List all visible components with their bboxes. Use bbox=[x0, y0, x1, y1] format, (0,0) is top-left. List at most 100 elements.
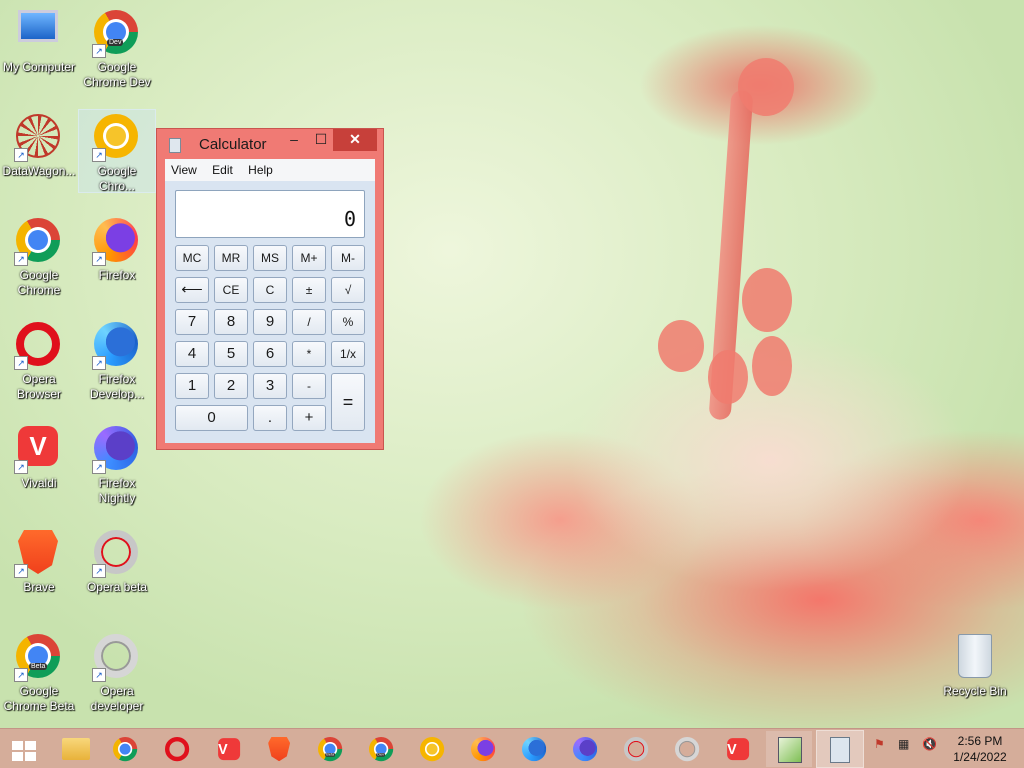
calculator-window: Calculator – ☐ ✕ View Edit Help 0 MC MR … bbox=[156, 128, 384, 450]
taskbar-firefox-nightly[interactable] bbox=[562, 731, 608, 767]
shortcut-arrow-icon: ↗ bbox=[92, 564, 106, 578]
key-2[interactable]: 2 bbox=[214, 373, 248, 399]
shortcut-arrow-icon: ↗ bbox=[14, 356, 28, 370]
key-9[interactable]: 9 bbox=[253, 309, 287, 335]
key-6[interactable]: 6 bbox=[253, 341, 287, 367]
taskbar-firefox[interactable] bbox=[460, 731, 506, 767]
key-sign[interactable]: ± bbox=[292, 277, 326, 303]
key-reciprocal[interactable]: 1/x bbox=[331, 341, 365, 367]
key-ms[interactable]: MS bbox=[253, 245, 287, 271]
taskbar-vivaldi-2[interactable]: V bbox=[715, 731, 761, 767]
key-add[interactable]: + bbox=[292, 405, 326, 431]
menu-help[interactable]: Help bbox=[242, 159, 279, 177]
desktop-icon-vivaldi[interactable]: V ↗ Vivaldi bbox=[1, 422, 77, 518]
desktop-icon-google-chrome-canary[interactable]: ↗ Google Chro... bbox=[78, 109, 156, 193]
desktop-icon-label: Opera beta bbox=[86, 580, 148, 594]
wallpaper-anther bbox=[708, 350, 748, 404]
taskbar-firefox-developer[interactable] bbox=[511, 731, 557, 767]
taskbar-file-explorer[interactable] bbox=[52, 731, 98, 767]
close-button[interactable]: ✕ bbox=[333, 129, 377, 151]
desktop-icon-google-chrome-dev[interactable]: Dev ↗ Google Chrome Dev bbox=[79, 6, 155, 102]
firefox-icon bbox=[471, 737, 496, 762]
key-subtract[interactable]: - bbox=[292, 373, 326, 399]
key-mr[interactable]: MR bbox=[214, 245, 248, 271]
shortcut-arrow-icon: ↗ bbox=[14, 460, 28, 474]
key-sqrt[interactable]: √ bbox=[331, 277, 365, 303]
wallpaper-anther bbox=[658, 320, 704, 372]
desktop-icon-datawagon[interactable]: ↗ DataWagon... bbox=[1, 110, 77, 206]
calculator-display: 0 bbox=[175, 190, 365, 238]
desktop-icon-firefox-nightly[interactable]: ↗ Firefox Nightly bbox=[79, 422, 155, 518]
wallpaper-anther bbox=[752, 336, 792, 396]
desktop-icon-google-chrome[interactable]: ↗ Google Chrome bbox=[1, 214, 77, 310]
desktop-icon-firefox[interactable]: ↗ Firefox bbox=[79, 214, 155, 310]
key-c[interactable]: C bbox=[253, 277, 287, 303]
recycle-bin-icon bbox=[958, 634, 992, 678]
desktop-icon-brave[interactable]: ↗ Brave bbox=[1, 526, 77, 622]
key-divide[interactable]: / bbox=[292, 309, 326, 335]
shortcut-arrow-icon: ↗ bbox=[14, 252, 28, 266]
calculator-icon bbox=[169, 138, 181, 153]
key-m-minus[interactable]: M- bbox=[331, 245, 365, 271]
key-equals[interactable]: = bbox=[331, 373, 365, 431]
key-3[interactable]: 3 bbox=[253, 373, 287, 399]
key-backspace[interactable]: ⟵ bbox=[175, 277, 209, 303]
key-ce[interactable]: CE bbox=[214, 277, 248, 303]
taskbar-chrome-canary[interactable] bbox=[409, 731, 455, 767]
key-8[interactable]: 8 bbox=[214, 309, 248, 335]
clock[interactable]: 2:56 PM 1/24/2022 bbox=[948, 733, 1012, 765]
menu-bar: View Edit Help bbox=[165, 159, 375, 181]
menu-edit[interactable]: Edit bbox=[206, 159, 239, 177]
desktop-icon-google-chrome-beta[interactable]: Beta ↗ Google Chrome Beta bbox=[1, 630, 77, 726]
wallpaper-anther bbox=[742, 268, 792, 332]
clock-time: 2:56 PM bbox=[957, 734, 1003, 748]
network-icon[interactable]: ▦ bbox=[898, 737, 909, 751]
key-7[interactable]: 7 bbox=[175, 309, 209, 335]
taskbar-opera-developer[interactable] bbox=[664, 731, 710, 767]
taskbar-calculator[interactable] bbox=[816, 730, 864, 768]
taskbar-brave[interactable] bbox=[256, 731, 302, 767]
key-4[interactable]: 4 bbox=[175, 341, 209, 367]
chart-icon bbox=[778, 737, 802, 763]
folder-icon bbox=[62, 738, 90, 760]
key-percent[interactable]: % bbox=[331, 309, 365, 335]
calculator-titlebar[interactable]: Calculator – ☐ ✕ bbox=[157, 129, 383, 159]
shortcut-arrow-icon: ↗ bbox=[14, 148, 28, 162]
desktop-icon-my-computer[interactable]: My Computer bbox=[1, 6, 77, 102]
key-5[interactable]: 5 bbox=[214, 341, 248, 367]
flag-icon[interactable]: ⚑ bbox=[874, 737, 885, 751]
taskbar-opera-beta[interactable] bbox=[613, 731, 659, 767]
desktop-icon-label: Recycle Bin bbox=[943, 684, 1007, 698]
taskbar-vivaldi[interactable]: V bbox=[206, 731, 252, 767]
taskbar: V Beta Dev V ⚑ ▦ 🔇 2:56 PM 1/24/2022 bbox=[0, 728, 1024, 768]
key-multiply[interactable]: * bbox=[292, 341, 326, 367]
taskbar-chrome-beta[interactable]: Beta bbox=[307, 731, 353, 767]
desktop-icon-opera-beta[interactable]: ↗ Opera beta bbox=[79, 526, 155, 622]
taskbar-opera[interactable] bbox=[154, 731, 200, 767]
menu-view[interactable]: View bbox=[165, 159, 203, 177]
key-decimal[interactable]: . bbox=[253, 405, 287, 431]
minimize-button[interactable]: – bbox=[281, 129, 307, 151]
desktop-icon-recycle-bin[interactable]: Recycle Bin bbox=[937, 630, 1013, 726]
start-button[interactable] bbox=[0, 731, 46, 767]
taskbar-task-manager[interactable] bbox=[766, 731, 812, 767]
taskbar-chrome[interactable] bbox=[102, 731, 148, 767]
desktop-icon-label: Firefox Nightly bbox=[98, 476, 136, 505]
chrome-beta-icon bbox=[318, 737, 343, 762]
desktop-icon-opera-developer[interactable]: ↗ Opera developer bbox=[79, 630, 155, 726]
dev-tag: Dev bbox=[107, 39, 124, 46]
key-mc[interactable]: MC bbox=[175, 245, 209, 271]
shortcut-arrow-icon: ↗ bbox=[92, 148, 106, 162]
vivaldi-icon: V bbox=[218, 738, 241, 761]
maximize-button[interactable]: ☐ bbox=[308, 129, 334, 151]
desktop-icon-opera-browser[interactable]: ↗ Opera Browser bbox=[1, 318, 77, 414]
key-1[interactable]: 1 bbox=[175, 373, 209, 399]
desktop-icon-firefox-developer[interactable]: ↗ Firefox Develop... bbox=[79, 318, 155, 414]
chrome-dev-icon bbox=[369, 737, 394, 762]
key-0[interactable]: 0 bbox=[175, 405, 248, 431]
calculator-body: View Edit Help 0 MC MR MS M+ M- ⟵ CE C ±… bbox=[165, 159, 375, 443]
window-title: Calculator bbox=[199, 136, 267, 153]
taskbar-chrome-dev[interactable]: Dev bbox=[358, 731, 404, 767]
volume-muted-icon[interactable]: 🔇 bbox=[922, 737, 937, 751]
key-m-plus[interactable]: M+ bbox=[292, 245, 326, 271]
